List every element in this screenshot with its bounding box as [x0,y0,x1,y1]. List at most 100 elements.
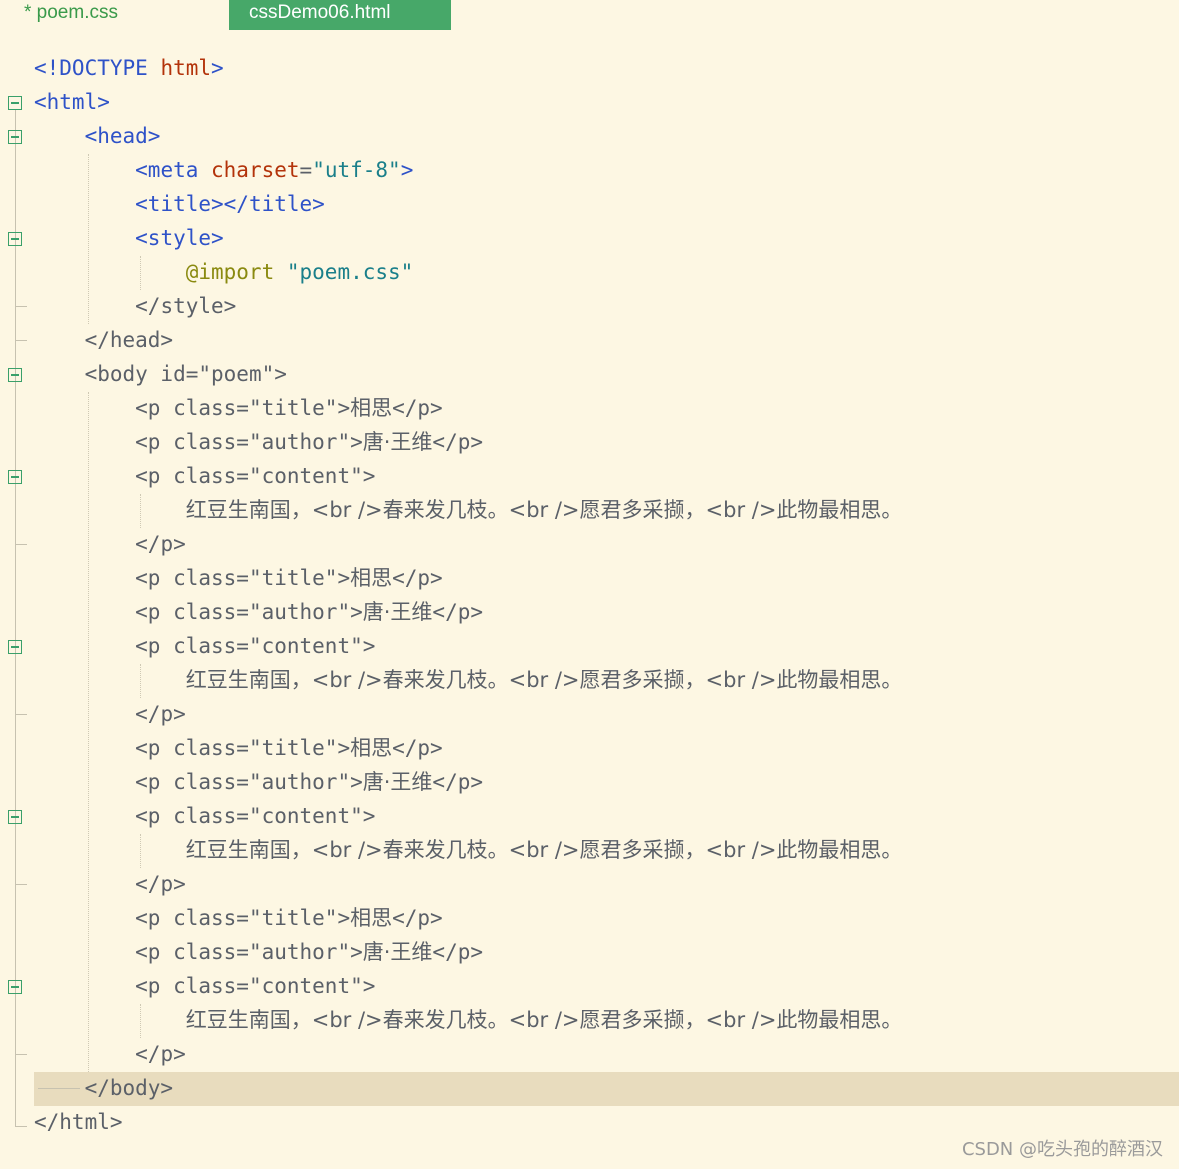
fold-tree-tick [15,340,27,341]
fold-toggle-icon[interactable] [8,980,22,994]
code-token: </head> [84,328,174,352]
fold-tree-tick [15,544,27,545]
code-token: </p> [432,600,483,624]
code-line: @import "poem.css" [34,255,414,289]
code-line: <p class="title">相思</p> [34,901,443,935]
code-line: <meta charset="utf-8"> [34,153,413,187]
code-line-current: </body> [34,1071,174,1105]
code-line: <p class="author">唐·王维</p> [34,935,483,969]
code-line: <p class="content"> [34,799,375,833]
code-token: <body id="poem"> [84,362,287,386]
fold-tree-tick [15,884,27,885]
code-token: > [400,158,414,182]
code-token: <p class="title"> [135,566,351,590]
code-token: </p> [135,1042,186,1066]
code-line: 红豆生南国，<br />春来发几枝。<br />愿君多采撷，<br />此物最相… [34,663,903,697]
code-token: </p> [392,396,443,420]
code-line: </p> [34,697,186,731]
code-line: <p class="content"> [34,459,375,493]
code-line: 红豆生南国，<br />春来发几枝。<br />愿君多采撷，<br />此物最相… [34,493,903,527]
code-token: <p class="content"> [135,804,376,828]
code-token: = [299,158,313,182]
fold-tree-tick [15,714,27,715]
fold-tree-tick [15,1054,27,1055]
fold-toggle-icon[interactable] [8,470,22,484]
code-line: <p class="author">唐·王维</p> [34,425,483,459]
code-line: <p class="title">相思</p> [34,731,443,765]
code-token: 相思 [350,906,393,930]
code-line: </p> [34,1037,186,1071]
fold-toggle-icon[interactable] [8,810,22,824]
code-token: <p class="content"> [135,974,376,998]
code-token: </p> [392,736,443,760]
code-line: </p> [34,867,186,901]
fold-toggle-icon[interactable] [8,130,22,144]
code-token: "poem.css" [274,260,414,284]
code-line: <p class="author">唐·王维</p> [34,595,483,629]
code-token: <p class="title"> [135,736,351,760]
code-token: </p> [392,906,443,930]
code-token: <p class="content"> [135,464,376,488]
code-token: </style> [135,294,237,318]
code-token: 相思 [350,566,393,590]
code-editor[interactable]: <!DOCTYPE html> <html> <head> <meta char… [0,0,1179,1169]
code-token: 唐·王维 [362,600,433,624]
code-line: </html> [34,1105,123,1139]
code-token: charset [198,158,300,182]
code-token: <style> [135,226,224,250]
fold-tree-line [15,110,16,1126]
code-token: 相思 [350,736,393,760]
code-token: "utf-8" [312,158,401,182]
code-token: <p class="title"> [135,396,351,420]
code-token: <p class="title"> [135,906,351,930]
code-token: </p> [135,702,186,726]
fold-tree-tick [15,306,27,307]
code-token: <head> [84,124,161,148]
code-token: 红豆生南国，<br />春来发几枝。<br />愿君多采撷，<br />此物最相… [185,838,903,862]
code-token: <meta [135,158,199,182]
fold-tree-end [15,1126,27,1127]
code-token: </p> [392,566,443,590]
code-token: <p class="author"> [135,600,363,624]
code-token: 相思 [350,396,393,420]
fold-toggle-icon[interactable] [8,96,22,110]
code-line: <p class="content"> [34,969,375,1003]
code-token: </p> [135,532,186,556]
code-line: <!DOCTYPE html> [34,51,224,85]
code-line: <title></title> [34,187,325,221]
code-token: <!DOCTYPE [34,56,148,80]
code-token: <title></title> [135,192,325,216]
fold-toggle-icon[interactable] [8,640,22,654]
code-token: @import [185,260,275,284]
current-line-highlight [34,1072,1179,1106]
code-line: <head> [34,119,161,153]
code-token: html [147,56,212,80]
code-line: <body id="poem"> [34,357,287,391]
code-line: </head> [34,323,174,357]
fold-toggle-icon[interactable] [8,368,22,382]
code-token: 红豆生南国，<br />春来发几枝。<br />愿君多采撷，<br />此物最相… [185,1008,903,1032]
code-token: <p class="author"> [135,430,363,454]
code-token: 红豆生南国，<br />春来发几枝。<br />愿君多采撷，<br />此物最相… [185,498,903,522]
code-token: <p class="author"> [135,770,363,794]
watermark: CSDN @吃头孢的醉酒汉 [961,1139,1163,1160]
code-token: </p> [432,770,483,794]
code-token: </html> [34,1110,123,1134]
code-token: 唐·王维 [362,940,433,964]
code-line: 红豆生南国，<br />春来发几枝。<br />愿君多采撷，<br />此物最相… [34,833,903,867]
code-token: </p> [432,940,483,964]
code-token: 唐·王维 [362,430,433,454]
code-token: 红豆生南国，<br />春来发几枝。<br />愿君多采撷，<br />此物最相… [185,668,903,692]
code-line: </style> [34,289,236,323]
code-line: <p class="content"> [34,629,375,663]
code-line: <p class="author">唐·王维</p> [34,765,483,799]
code-line: <p class="title">相思</p> [34,391,443,425]
code-line: <html> [34,85,110,119]
code-token: 唐·王维 [362,770,433,794]
fold-toggle-icon[interactable] [8,232,22,246]
code-token: <p class="content"> [135,634,376,658]
code-token: <html> [34,90,110,114]
code-token: <p class="author"> [135,940,363,964]
code-token: </p> [432,430,483,454]
code-token: </body> [84,1076,174,1100]
